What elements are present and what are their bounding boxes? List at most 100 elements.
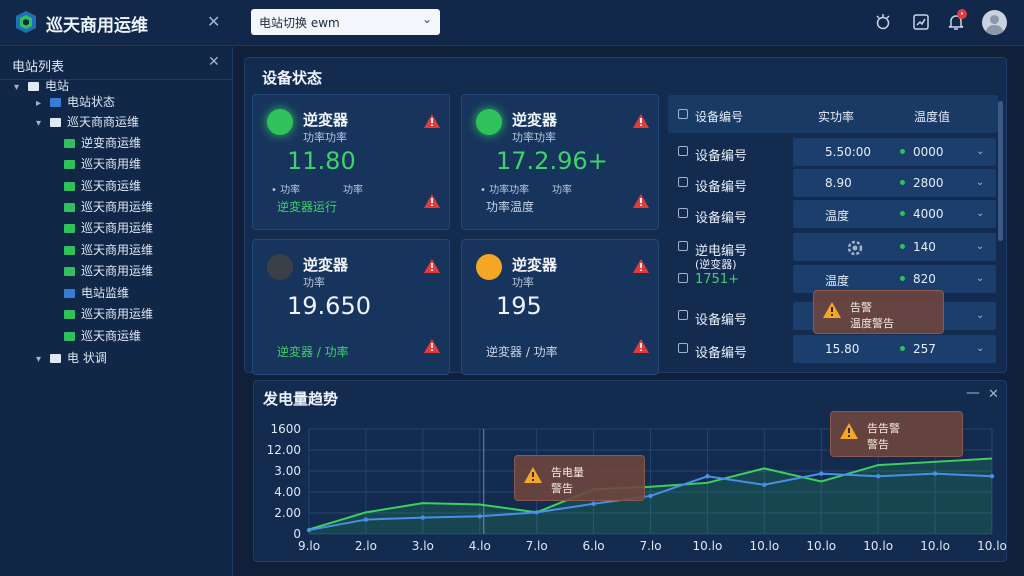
device-name: 逆変器	[512, 111, 558, 129]
device-card[interactable]: 逆変器 功率功率 17.2.96+ • 功率功率 功率 功率温度	[461, 94, 659, 230]
x-tick-label: 10.lo	[920, 539, 950, 553]
chevron-down-icon[interactable]: ⌄	[976, 273, 984, 284]
device-card[interactable]: 逆変器 功率 19.650 逆変器 / 功率	[252, 239, 450, 375]
device-power: 8.90	[825, 176, 852, 190]
sidebar-item[interactable]: 逆变商运维	[50, 134, 141, 154]
device-subtitle: 功率功率	[303, 131, 347, 144]
tree-caret-icon[interactable]: ▸	[36, 98, 50, 109]
device-temp: 257	[913, 342, 936, 356]
warning-icon[interactable]	[632, 258, 650, 274]
table-row[interactable]: 设备编号 8.90 2800 ⌄	[668, 169, 998, 199]
table-scrollbar[interactable]	[998, 101, 1003, 241]
alert-bell-icon[interactable]	[873, 12, 893, 32]
device-label-right: 功率	[343, 185, 363, 196]
col-header-temp: 温度值	[914, 110, 951, 124]
sidebar-item[interactable]: 巡天商运维	[50, 177, 141, 197]
y-tick-label: 12.00	[267, 443, 301, 457]
x-tick-label: 10.lo	[693, 539, 723, 553]
sidebar-item-label: 电站状态	[67, 95, 116, 109]
user-avatar[interactable]	[982, 10, 1007, 35]
tree-caret-icon[interactable]: ▾	[36, 118, 50, 129]
sidebar-item[interactable]: 巡天商用运维	[50, 262, 153, 282]
folder-icon	[50, 98, 61, 107]
chevron-down-icon[interactable]: ⌄	[976, 310, 984, 321]
row-checkbox[interactable]	[678, 310, 688, 320]
warning-icon[interactable]	[632, 193, 650, 209]
x-tick-label: 10.lo	[749, 539, 779, 553]
warning-icon[interactable]	[632, 338, 650, 354]
sidebar-item[interactable]: ▾ 电 状调	[36, 349, 107, 369]
data-point	[989, 474, 995, 479]
chevron-down-icon[interactable]: ⌄	[976, 177, 984, 188]
device-power: 5.50:00	[825, 145, 872, 159]
sidebar-item[interactable]: 巡天商用运维	[50, 305, 153, 325]
tooltip-line1: 告警	[850, 301, 872, 314]
table-row[interactable]: 设备编号 5.50:00 0000 ⌄	[668, 138, 998, 168]
warning-icon[interactable]	[423, 193, 441, 209]
tree-caret-icon[interactable]: ▾	[14, 82, 28, 93]
sidebar-item-label: 巡天商用运维	[81, 200, 154, 214]
warning-icon	[823, 302, 841, 318]
row-checkbox[interactable]	[678, 146, 688, 156]
device-name: 逆変器	[303, 111, 349, 129]
sidebar-item[interactable]: 巡天商运维	[50, 327, 141, 347]
x-tick-label: 4.lo	[469, 539, 491, 553]
sidebar-item[interactable]: 巡天商用运维	[50, 198, 153, 218]
row-checkbox[interactable]	[678, 241, 688, 251]
status-dot-icon	[900, 149, 905, 154]
folder-icon	[50, 354, 61, 363]
device-card[interactable]: 逆変器 功率功率 11.80 • 功率 功率 逆変器运行	[252, 94, 450, 230]
power-trend-panel: 发电量趋势 — ✕ 1600 12.00 3.00 4.00 2.00 0 9.lo 2.lo…	[253, 380, 1007, 562]
status-indicator-icon	[476, 254, 502, 280]
sidebar-item[interactable]: 巡天商用运维	[50, 219, 153, 239]
chevron-down-icon[interactable]: ⌄	[976, 343, 984, 354]
warning-icon[interactable]	[423, 113, 441, 129]
row-checkbox[interactable]	[678, 273, 688, 283]
report-icon[interactable]	[911, 12, 931, 32]
device-temp: 4000	[913, 207, 944, 221]
data-point	[420, 515, 426, 520]
close-icon[interactable]: ✕	[208, 54, 220, 70]
device-power: 15.80	[825, 342, 860, 356]
sidebar-title: 电站列表	[12, 60, 65, 75]
warning-icon[interactable]	[423, 338, 441, 354]
notification-badge: •	[957, 9, 967, 19]
station-select-value: 电站切换 ewm	[259, 16, 340, 30]
device-id: 设备编号	[695, 211, 748, 226]
folder-icon	[50, 118, 61, 127]
row-checkbox[interactable]	[678, 177, 688, 187]
row-cell-bg	[793, 233, 996, 261]
warning-icon[interactable]	[423, 258, 441, 274]
sidebar-item[interactable]: 电站监维	[50, 284, 129, 304]
select-all-checkbox[interactable]	[678, 109, 688, 119]
row-checkbox[interactable]	[678, 343, 688, 353]
x-tick-label: 2.lo	[355, 539, 377, 553]
station-switch-select[interactable]: 电站切换 ewm ⌄	[251, 9, 440, 35]
sidebar-item[interactable]: ▾ 巡天商商运维	[36, 113, 139, 133]
folder-icon	[64, 246, 75, 255]
table-row[interactable]: 逆电编号 (逆变器) 140 ⌄	[668, 233, 998, 271]
warning-icon[interactable]	[632, 113, 650, 129]
chevron-down-icon[interactable]: ⌄	[976, 146, 984, 157]
device-card[interactable]: 逆変器 功率 195 逆変器 / 功率	[461, 239, 659, 375]
sidebar-item[interactable]: 巡天商用维	[50, 155, 141, 175]
row-cell-bg	[793, 335, 996, 363]
col-header-id: 设备编号	[695, 110, 744, 124]
device-status-title: 设备状态	[262, 69, 323, 87]
sidebar-item[interactable]: ▸ 电站状态	[36, 93, 115, 113]
table-row[interactable]: 设备编号 15.80 257 ⌄	[668, 335, 998, 365]
chevron-down-icon[interactable]: ⌄	[976, 208, 984, 219]
table-row[interactable]: 设备编号 温度 4000 ⌄	[668, 200, 998, 230]
data-point	[648, 493, 653, 499]
chevron-down-icon[interactable]: ⌄	[976, 241, 984, 252]
tree-caret-icon[interactable]: ▾	[36, 354, 50, 365]
sidebar-item-label: 巡天商用运维	[81, 243, 154, 257]
sidebar-item[interactable]: 巡天商用运维	[50, 241, 153, 261]
collapse-icon[interactable]: ✕	[207, 12, 220, 31]
data-point	[932, 471, 938, 476]
device-temp: 820	[913, 272, 936, 286]
table-alert-tooltip: 告警 温度警告	[813, 290, 944, 334]
device-temp: 0000	[913, 145, 944, 159]
row-checkbox[interactable]	[678, 208, 688, 218]
device-subtitle: 功率	[303, 276, 325, 289]
